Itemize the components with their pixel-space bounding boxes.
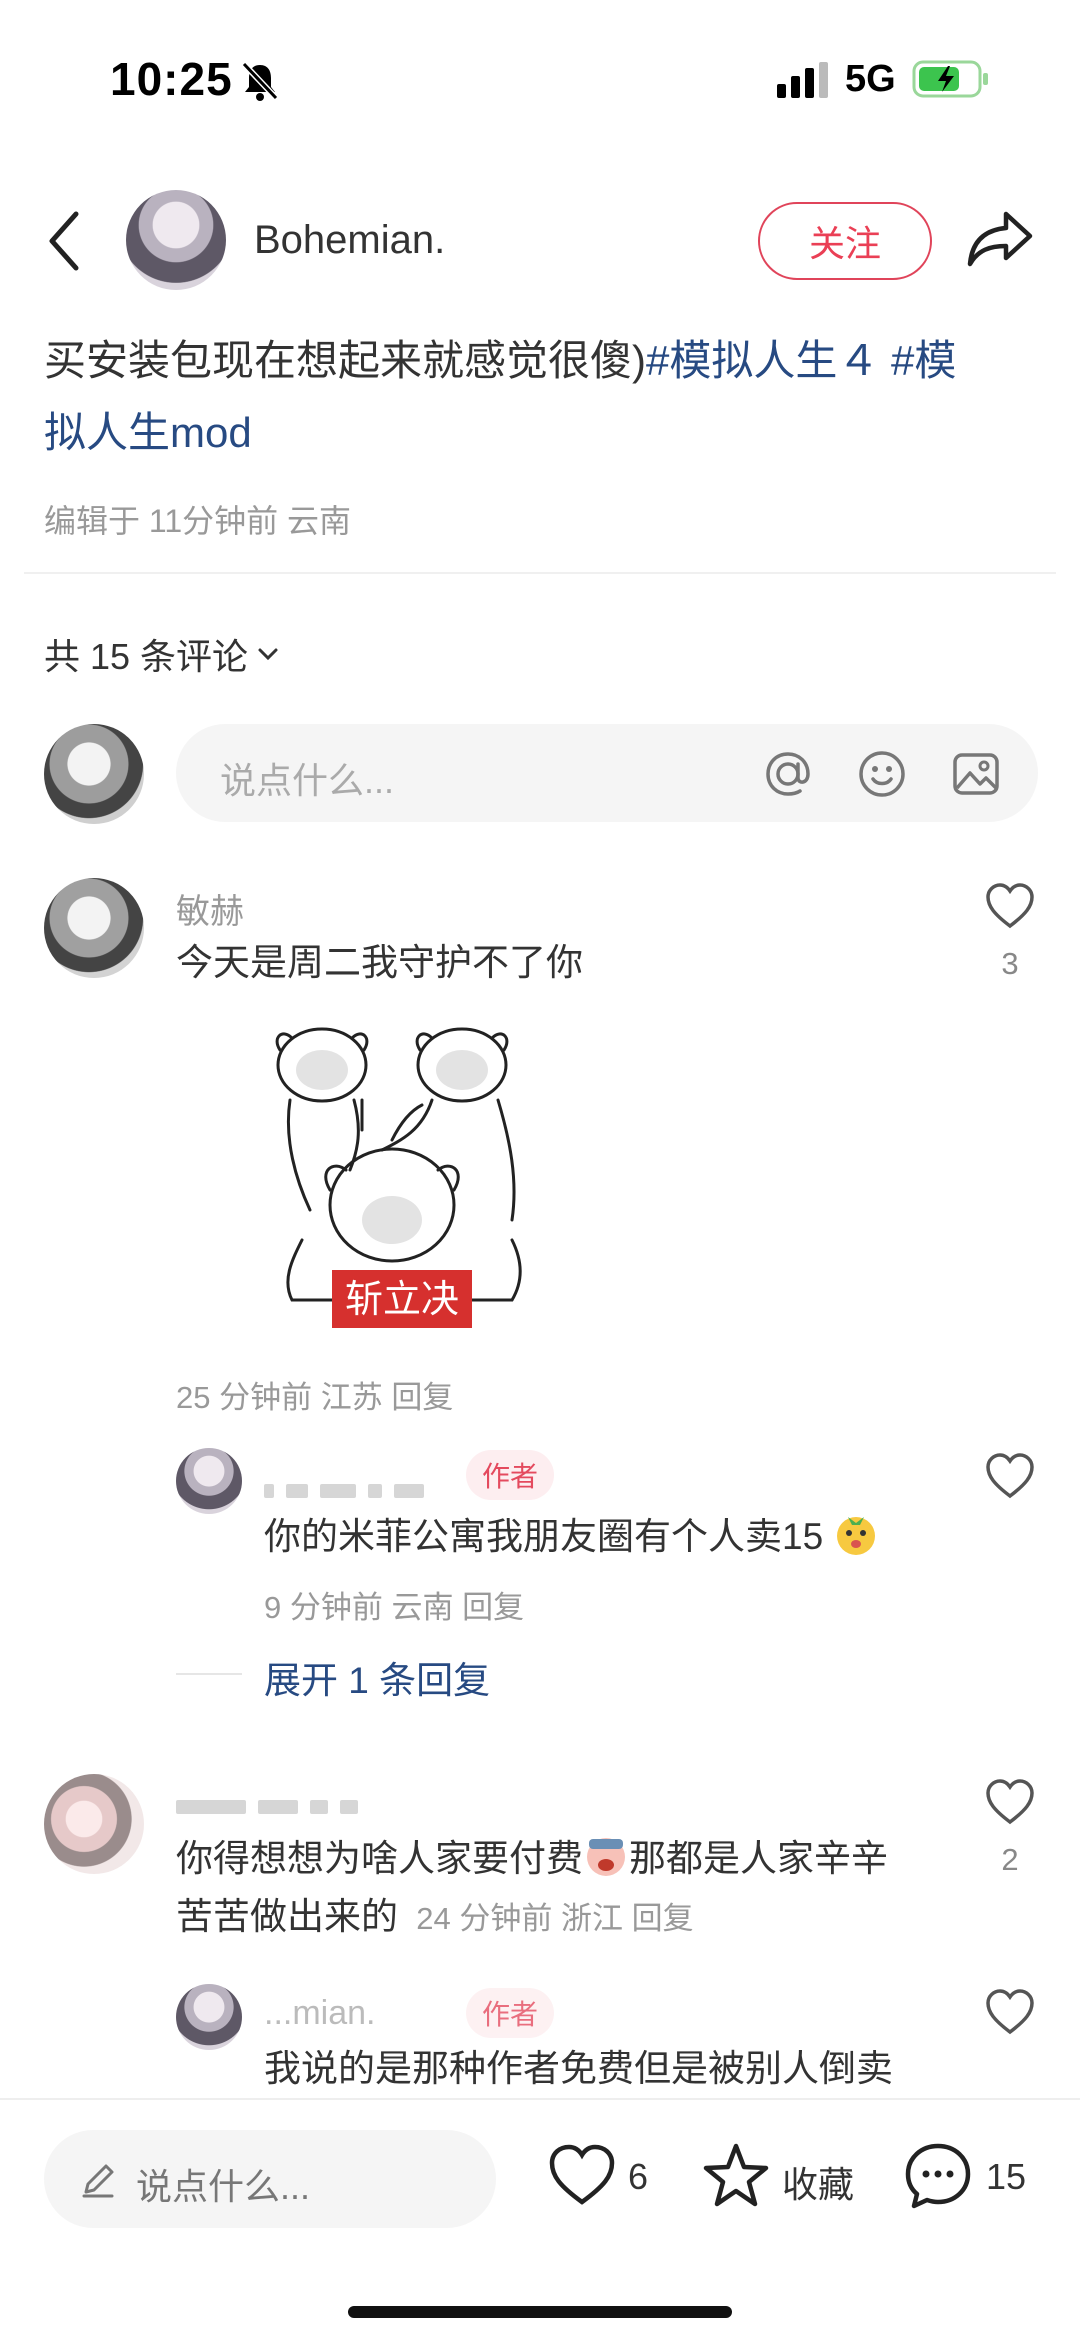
reply-text: 我说的是那种作者免费但是被别人倒卖 (264, 2048, 893, 2089)
follow-button[interactable]: 关注 (758, 202, 932, 280)
image-icon[interactable] (950, 748, 1002, 800)
author-badge: 作者 (466, 1450, 554, 1500)
emoji-icon[interactable] (856, 748, 908, 800)
comment-input-placeholder: 说点什么... (220, 760, 395, 801)
hashtag-link[interactable]: #模拟人生４ (646, 337, 879, 384)
like-count-total: 6 (628, 2156, 649, 2197)
reply-name-obscured (264, 1480, 424, 1502)
battery-icon (912, 60, 988, 98)
post-body: 买安装包现在想起来就感觉很傻) (44, 337, 646, 384)
share-icon[interactable] (966, 208, 1034, 270)
chevron-down-icon (258, 648, 278, 661)
comment-bubble-icon[interactable] (902, 2140, 974, 2212)
commenter-name-obscured (176, 1796, 358, 1818)
commenter-name[interactable]: 敏赫 (176, 884, 244, 933)
status-bar: 10:25 5G (0, 0, 1080, 150)
commenter-avatar[interactable] (44, 878, 144, 978)
heart-icon[interactable] (984, 1988, 1036, 2036)
sticker-caption: 斩立决 (345, 1277, 459, 1321)
sticker-image[interactable]: 斩立决 (262, 1020, 542, 1350)
collect-label[interactable]: 收藏 (782, 2156, 854, 2208)
reply-text: 你的米菲公寓我朋友圈有个人卖15 (264, 1508, 879, 1566)
comment-input[interactable]: 说点什么... (176, 724, 1038, 822)
comment-text: 今天是周二我守护不了你 (176, 942, 583, 983)
heart-icon[interactable] (984, 882, 1036, 930)
hashtag-link[interactable]: 拟人生mod (44, 409, 252, 456)
star-icon[interactable] (700, 2140, 772, 2212)
bottom-comment-input[interactable]: 说点什么... (44, 2130, 496, 2228)
comment-count-sort[interactable]: 共 15 条评论 (44, 628, 282, 680)
mute-bell-icon (241, 61, 279, 101)
expand-divider (176, 1673, 242, 1675)
divider (24, 572, 1056, 574)
reply-name-partial[interactable]: ...mian. (264, 1994, 375, 2033)
comment-count-label: 共 15 条评论 (44, 636, 249, 677)
expand-replies-link[interactable]: 展开 1 条回复 (264, 1650, 490, 1704)
emoji-cry-icon (587, 1838, 625, 1876)
heart-icon[interactable] (984, 1778, 1036, 1826)
comment-meta[interactable]: 25 分钟前 江苏 回复 (176, 1372, 453, 1417)
author-badge: 作者 (466, 1988, 554, 2038)
like-count: 2 (1001, 1842, 1019, 1877)
reply-avatar[interactable] (176, 1984, 242, 2050)
like-count: 3 (1001, 946, 1019, 981)
emoji-sticker-icon (837, 1517, 876, 1555)
like-heart-icon[interactable] (546, 2140, 618, 2212)
home-indicator (348, 2306, 732, 2318)
at-mention-icon[interactable] (762, 748, 814, 800)
comment-count-total: 15 (986, 2156, 1027, 2197)
comment-text: 你得想想为啥人家要付费 那都是人家辛辛 苦苦做出来的 24 分钟前 浙江 回复 (176, 1830, 936, 1948)
bottom-input-placeholder: 说点什么... (136, 2166, 311, 2207)
author-avatar[interactable] (126, 190, 226, 290)
my-avatar (44, 724, 144, 824)
pen-icon (82, 2164, 114, 2198)
post-meta: 编辑于 11分钟前 云南 (44, 503, 352, 539)
signal-icon (777, 62, 828, 98)
commenter-avatar[interactable] (44, 1774, 144, 1874)
heart-icon[interactable] (984, 1452, 1036, 1500)
reply-meta[interactable]: 9 分钟前 云南 回复 (264, 1582, 524, 1627)
hashtag-link[interactable]: #模 (891, 337, 956, 384)
network-type: 5G (845, 58, 896, 100)
comment-meta[interactable]: 24 分钟前 浙江 回复 (416, 1901, 693, 1936)
back-icon[interactable] (42, 208, 90, 274)
status-time: 10:25 (110, 53, 233, 105)
reply-avatar[interactable] (176, 1448, 242, 1514)
author-name[interactable]: Bohemian. (254, 218, 445, 263)
post-text: 买安装包现在想起来就感觉很傻)#模拟人生４ #模 拟人生mod (44, 325, 1044, 469)
